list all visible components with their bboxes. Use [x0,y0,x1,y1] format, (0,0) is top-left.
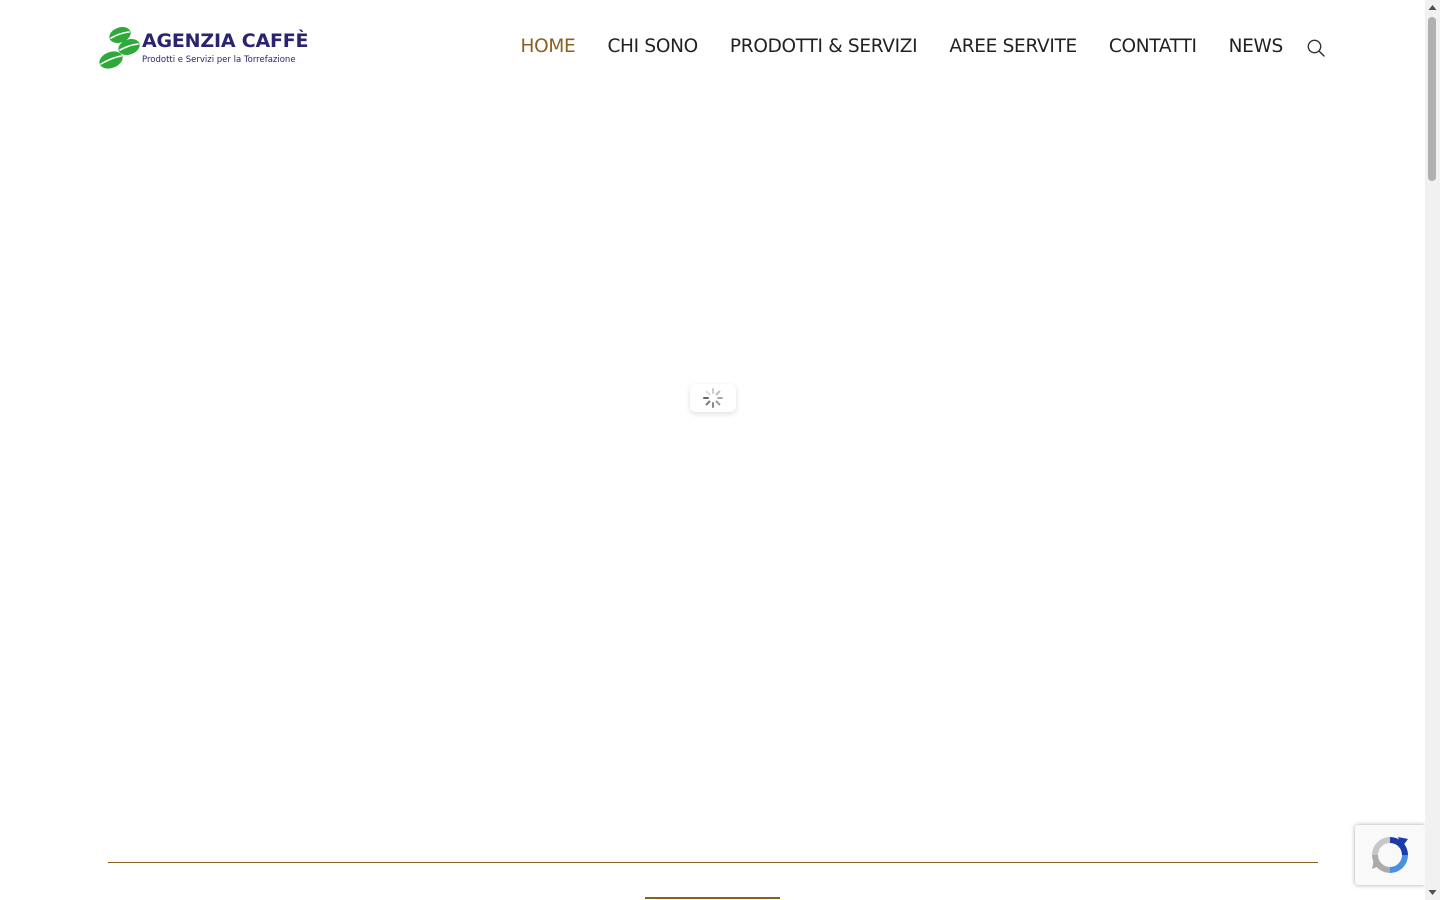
site-header: AGENZIA CAFFÈ Prodotti e Servizi per la … [0,0,1425,100]
page-scrollbar[interactable] [1425,0,1440,900]
recaptcha-badge[interactable] [1355,825,1425,885]
spinner-icon [703,388,723,408]
nav-item-home[interactable]: HOME [521,36,576,57]
recaptcha-icon [1372,837,1408,873]
logo-subtitle: Prodotti e Servizi per la Torrefazione [142,55,296,65]
scroll-down-arrow-icon[interactable] [1425,885,1440,900]
scrollbar-thumb[interactable] [1428,17,1436,181]
heading-underline [645,897,780,899]
site-logo[interactable]: AGENZIA CAFFÈ Prodotti e Servizi per la … [98,24,309,72]
logo-title: AGENZIA CAFFÈ [142,30,309,52]
nav-item-contatti[interactable]: CONTATTI [1109,36,1197,57]
section-divider [108,862,1318,863]
page: AGENZIA CAFFÈ Prodotti e Servizi per la … [0,0,1440,900]
nav-item-news[interactable]: NEWS [1229,36,1284,57]
nav-item-aree-servite[interactable]: AREE SERVITE [949,36,1077,57]
nav-item-chi-sono[interactable]: CHI SONO [607,36,698,57]
coffee-beans-icon [99,27,140,69]
scroll-up-arrow-icon[interactable] [1425,0,1440,15]
search-icon[interactable] [1306,38,1326,58]
nav-item-prodotti-servizi[interactable]: PRODOTTI & SERVIZI [730,36,918,57]
main-nav: HOME CHI SONO PRODOTTI & SERVIZI AREE SE… [521,36,1284,57]
loading-spinner [690,384,736,412]
